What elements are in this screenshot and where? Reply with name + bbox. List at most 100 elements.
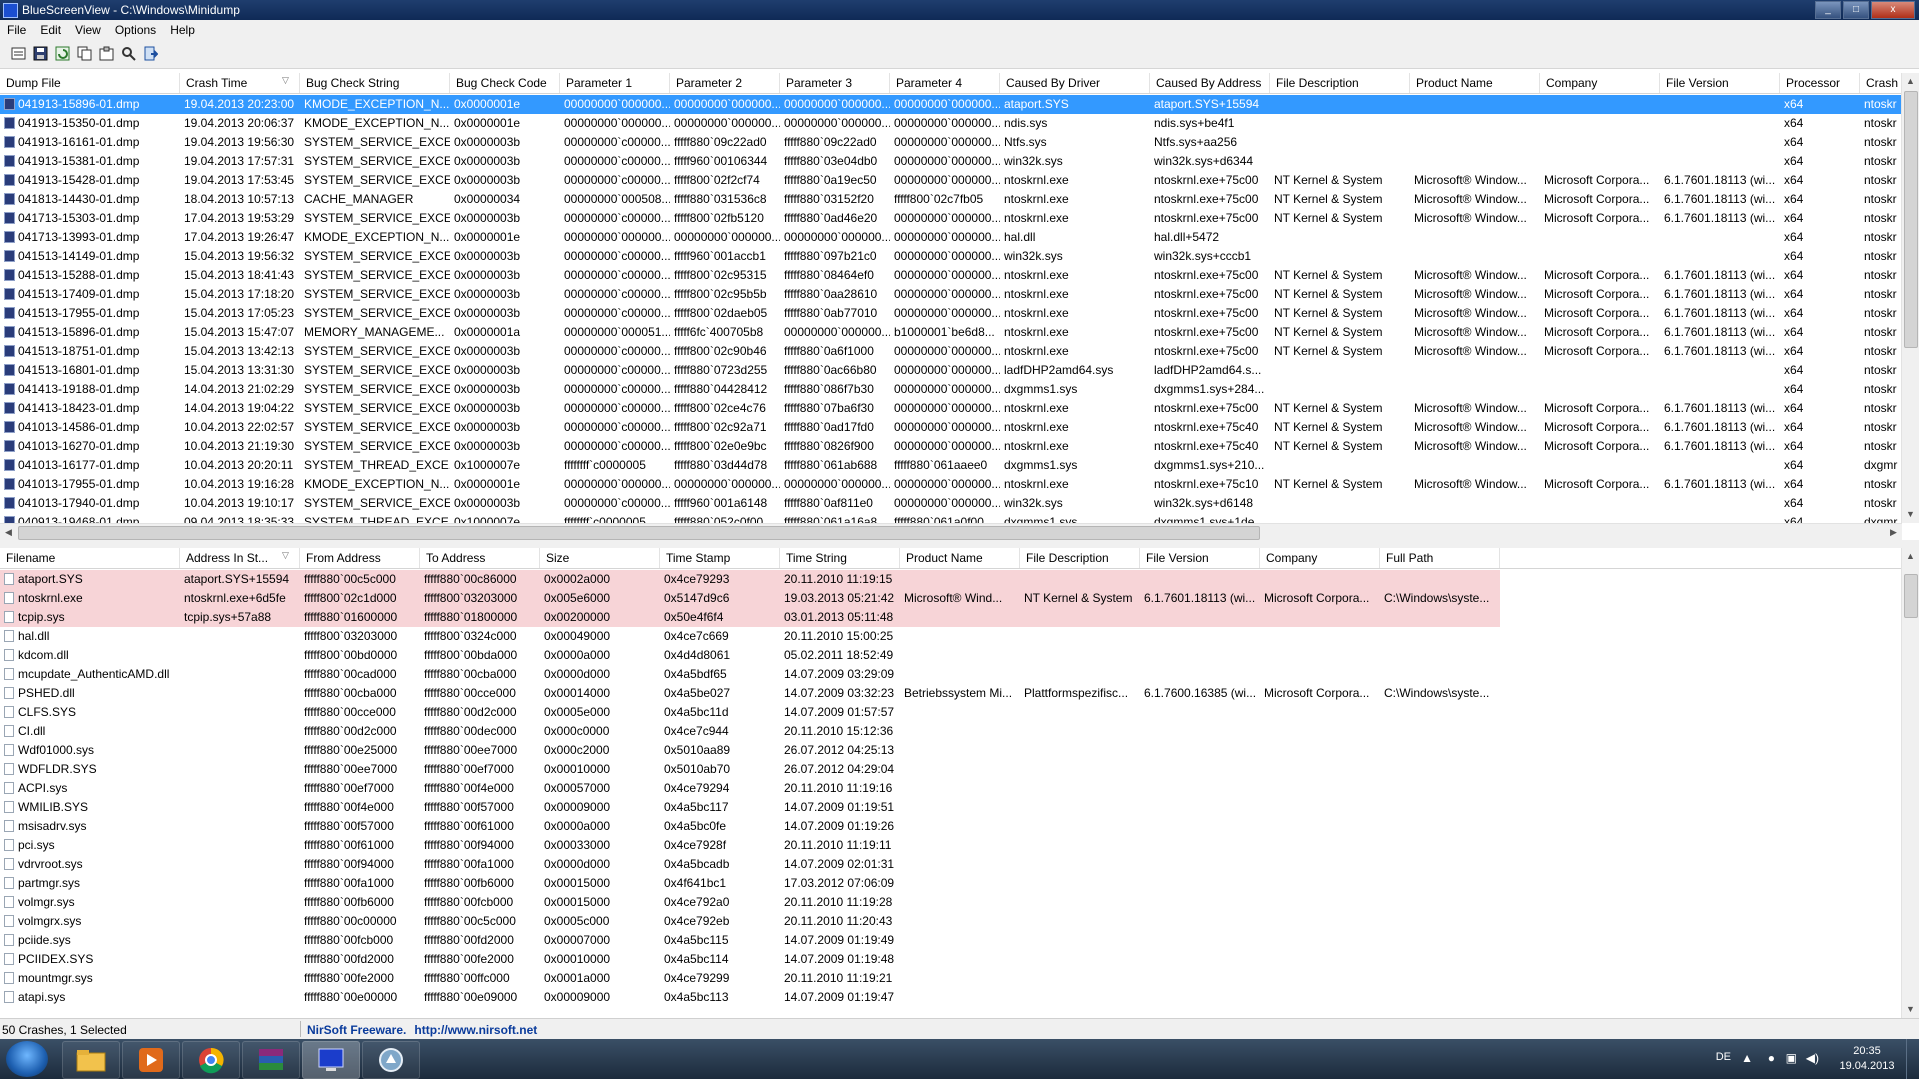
column-header-parameter-2[interactable]: Parameter 2 <box>670 73 780 93</box>
column-header-parameter-1[interactable]: Parameter 1 <box>560 73 670 93</box>
crash-row[interactable]: 041713-13993-01.dmp 17.04.2013 19:26:47 KM… <box>0 228 1902 247</box>
crash-row[interactable]: 041013-16177-01.dmp 10.04.2013 20:20:11 SY… <box>0 456 1902 475</box>
chrome-icon[interactable] <box>182 1041 240 1079</box>
driver-row[interactable]: ACPI.sys fffff880`00ef7000 fffff880`00f4e0… <box>0 779 1902 798</box>
close-button[interactable]: x <box>1871 1 1915 19</box>
crash-row[interactable]: 041913-15428-01.dmp 19.04.2013 17:53:45 SY… <box>0 171 1902 190</box>
driver-row[interactable]: volmgrx.sys fffff880`00c00000 fffff880`00c… <box>0 912 1902 931</box>
column-header-dump-file[interactable]: Dump File <box>0 73 180 93</box>
crash-row[interactable]: 041913-16161-01.dmp 19.04.2013 19:56:30 SY… <box>0 133 1902 152</box>
driver-row[interactable]: Wdf01000.sys fffff880`00e25000 fffff880`00… <box>0 741 1902 760</box>
column-header-full-path[interactable]: Full Path <box>1380 548 1500 568</box>
driver-row[interactable]: mountmgr.sys fffff880`00fe2000 fffff880`00… <box>0 969 1902 988</box>
scroll-left-icon[interactable]: ◀ <box>0 524 17 540</box>
crash-row[interactable]: 041913-15350-01.dmp 19.04.2013 20:06:37 KM… <box>0 114 1902 133</box>
column-header-bug-check-code[interactable]: Bug Check Code <box>450 73 560 93</box>
column-header-time-stamp[interactable]: Time Stamp <box>660 548 780 568</box>
crash-row[interactable]: 041413-19188-01.dmp 14.04.2013 21:02:29 SY… <box>0 380 1902 399</box>
driver-row[interactable]: atapi.sys fffff880`00e00000 fffff880`00e09… <box>0 988 1902 1007</box>
crash-row[interactable]: 041913-15896-01.dmp 19.04.2013 20:23:00 KM… <box>0 95 1902 114</box>
column-header-company[interactable]: Company <box>1540 73 1660 93</box>
nirsoft-link[interactable]: http://www.nirsoft.net <box>414 1023 537 1037</box>
column-header-bug-check-string[interactable]: Bug Check String <box>300 73 450 93</box>
driver-row[interactable]: CLFS.SYS fffff880`00cce000 fffff880`00d2c0… <box>0 703 1902 722</box>
scroll-right-icon[interactable]: ▶ <box>1885 524 1902 540</box>
winrar-icon[interactable] <box>242 1041 300 1079</box>
media-player-icon[interactable] <box>122 1041 180 1079</box>
driver-row[interactable]: kdcom.dll fffff800`00bd0000 fffff800`00bda… <box>0 646 1902 665</box>
driver-row[interactable]: ntoskrnl.exe ntoskrnl.exe+6d5fe fffff800`0… <box>0 589 1500 608</box>
driver-row[interactable]: pci.sys fffff880`00f61000 fffff880`00f9400… <box>0 836 1902 855</box>
driver-list-vertical-scrollbar[interactable]: ▲ ▼ <box>1901 548 1919 1018</box>
minimize-button[interactable]: _ <box>1815 1 1841 19</box>
column-header-caused-by-address[interactable]: Caused By Address <box>1150 73 1270 93</box>
explorer-icon[interactable] <box>62 1041 120 1079</box>
crash-row[interactable]: 041013-17955-01.dmp 10.04.2013 19:16:28 KM… <box>0 475 1902 494</box>
column-header-caused-by-driver[interactable]: Caused By Driver <box>1000 73 1150 93</box>
crash-row[interactable]: 041013-16270-01.dmp 10.04.2013 21:19:30 SY… <box>0 437 1902 456</box>
scroll-thumb[interactable] <box>18 526 1260 540</box>
driver-row[interactable]: pciide.sys fffff880`00fcb000 fffff880`00fd… <box>0 931 1902 950</box>
scroll-up-icon[interactable]: ▲ <box>1902 548 1919 565</box>
scroll-up-icon[interactable]: ▲ <box>1902 73 1919 90</box>
maximize-button[interactable]: □ <box>1843 1 1869 19</box>
column-header-parameter-4[interactable]: Parameter 4 <box>890 73 1000 93</box>
save-icon[interactable] <box>32 46 49 63</box>
column-header-product-name[interactable]: Product Name <box>1410 73 1540 93</box>
scroll-down-icon[interactable]: ▼ <box>1902 1001 1919 1018</box>
column-header-to-address[interactable]: To Address <box>420 548 540 568</box>
column-header-from-address[interactable]: From Address <box>300 548 420 568</box>
crash-row[interactable]: 041513-15288-01.dmp 15.04.2013 18:41:43 SY… <box>0 266 1902 285</box>
refresh-icon[interactable] <box>54 46 71 63</box>
start-button[interactable] <box>6 1041 48 1077</box>
crash-list-vertical-scrollbar[interactable]: ▲ ▼ <box>1901 73 1919 523</box>
crash-row[interactable]: 041513-17409-01.dmp 15.04.2013 17:18:20 SY… <box>0 285 1902 304</box>
show-desktop-button[interactable] <box>1906 1039 1919 1079</box>
menu-edit[interactable]: Edit <box>33 20 68 40</box>
column-header-filename[interactable]: Filename <box>0 548 180 568</box>
crash-row[interactable]: 041513-18751-01.dmp 15.04.2013 13:42:13 SY… <box>0 342 1902 361</box>
column-header-processor[interactable]: Processor <box>1780 73 1860 93</box>
column-header-company[interactable]: Company <box>1260 548 1380 568</box>
driver-row[interactable]: mcupdate_AuthenticAMD.dll fffff880`00cad0… <box>0 665 1902 684</box>
volume-icon[interactable]: ◀) <box>1806 1051 1819 1065</box>
crash-list[interactable]: Dump File Crash Time ▽ Bug Check String Bug … <box>0 73 1919 540</box>
menu-help[interactable]: Help <box>163 20 202 40</box>
column-header-parameter-3[interactable]: Parameter 3 <box>780 73 890 93</box>
crash-row[interactable]: 041013-14586-01.dmp 10.04.2013 22:02:57 SY… <box>0 418 1902 437</box>
driver-row[interactable]: CI.dll fffff880`00d2c000 fffff880`00dec000… <box>0 722 1902 741</box>
menu-file[interactable]: File <box>0 20 33 40</box>
driver-row[interactable]: partmgr.sys fffff880`00fa1000 fffff880`00f… <box>0 874 1902 893</box>
column-header-size[interactable]: Size <box>540 548 660 568</box>
column-header-time-string[interactable]: Time String <box>780 548 900 568</box>
crash-row[interactable]: 041813-14430-01.dmp 18.04.2013 10:57:13 CA… <box>0 190 1902 209</box>
driver-row[interactable]: WMILIB.SYS fffff880`00f4e000 fffff880`00f5… <box>0 798 1902 817</box>
menu-options[interactable]: Options <box>108 20 163 40</box>
bluescreenview-icon[interactable] <box>302 1041 360 1079</box>
driver-row[interactable]: vdrvroot.sys fffff880`00f94000 fffff880`00… <box>0 855 1902 874</box>
driver-row[interactable]: ataport.SYS ataport.SYS+15594 fffff880`00c… <box>0 570 1500 589</box>
clock[interactable]: 20:35 19.04.2013 <box>1837 1044 1897 1074</box>
crash-row[interactable]: 041513-15896-01.dmp 15.04.2013 15:47:07 ME… <box>0 323 1902 342</box>
bluetooth-icon[interactable]: ● <box>1768 1051 1775 1065</box>
pane-splitter[interactable] <box>0 540 1919 548</box>
system-tool-icon[interactable] <box>362 1041 420 1079</box>
column-header-file-version[interactable]: File Version <box>1660 73 1780 93</box>
crash-row[interactable]: 041513-14149-01.dmp 15.04.2013 19:56:32 SY… <box>0 247 1902 266</box>
column-header-file-description[interactable]: File Description <box>1270 73 1410 93</box>
tray-expand-icon[interactable]: ▲ <box>1741 1051 1753 1065</box>
driver-row[interactable]: tcpip.sys tcpip.sys+57a88 fffff880`0160000… <box>0 608 1500 627</box>
column-header-product-name[interactable]: Product Name <box>900 548 1020 568</box>
driver-row[interactable]: hal.dll fffff800`03203000 fffff800`0324c00… <box>0 627 1902 646</box>
crash-row[interactable]: 041413-18423-01.dmp 14.04.2013 19:04:22 SY… <box>0 399 1902 418</box>
crash-list-horizontal-scrollbar[interactable]: ◀ ▶ <box>0 523 1902 540</box>
crash-row[interactable]: 041013-17940-01.dmp 10.04.2013 19:10:17 SY… <box>0 494 1902 513</box>
network-icon[interactable]: ▣ <box>1786 1051 1797 1065</box>
html-report-icon[interactable] <box>10 46 27 63</box>
crash-row[interactable]: 041513-17955-01.dmp 15.04.2013 17:05:23 SY… <box>0 304 1902 323</box>
properties-icon[interactable] <box>98 46 115 63</box>
language-indicator[interactable]: DE <box>1716 1051 1731 1063</box>
crash-row[interactable]: 041913-15381-01.dmp 19.04.2013 17:57:31 SY… <box>0 152 1902 171</box>
crash-row[interactable]: 041513-16801-01.dmp 15.04.2013 13:31:30 SY… <box>0 361 1902 380</box>
scroll-thumb[interactable] <box>1904 91 1918 348</box>
